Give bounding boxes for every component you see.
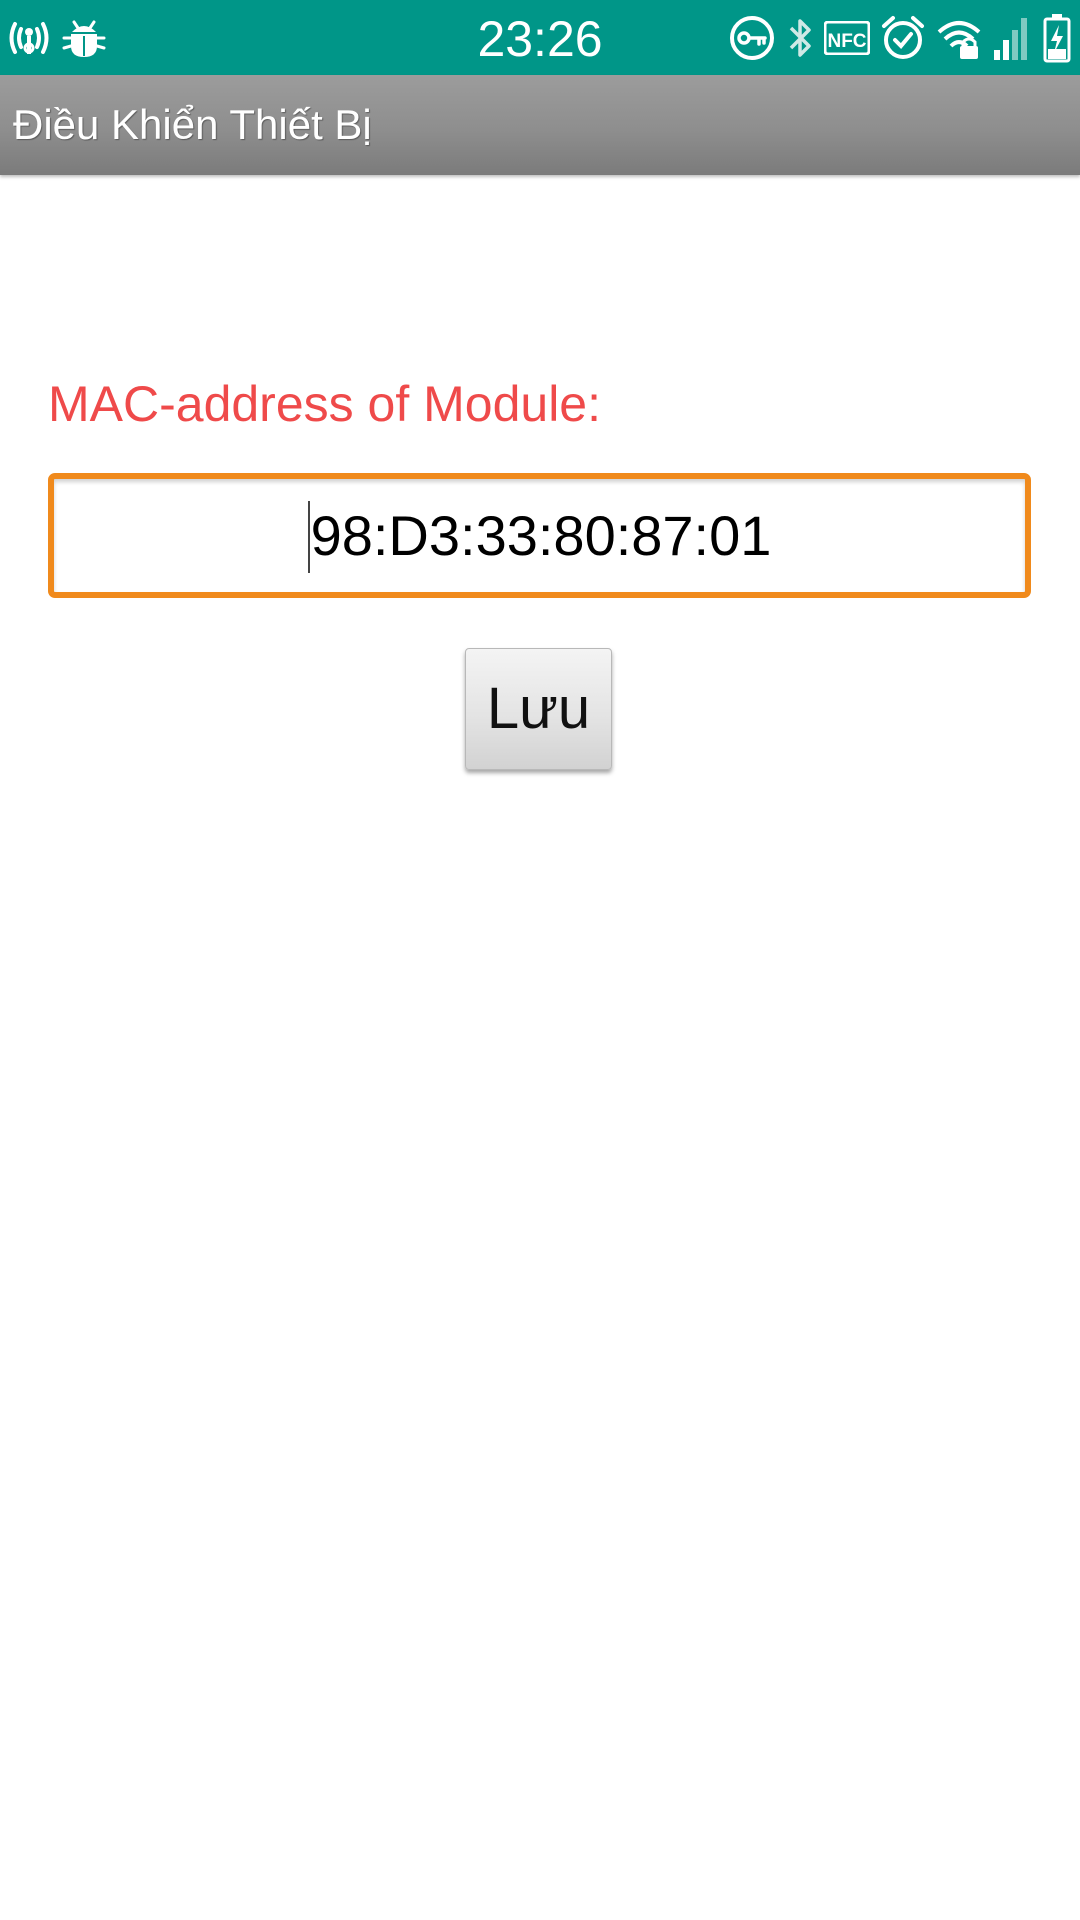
save-button[interactable]: Lưu xyxy=(465,648,612,770)
nfc-icon-text: NFC xyxy=(827,31,866,52)
wifi-icon xyxy=(936,16,982,60)
signal-icon xyxy=(992,14,1032,62)
battery-charging-icon xyxy=(1042,13,1072,63)
app-title: Điều Khiển Thiết Bị xyxy=(13,101,372,148)
alarm-icon xyxy=(880,14,926,62)
app-bar: Điều Khiển Thiết Bị xyxy=(0,75,1080,175)
bluetooth-icon xyxy=(786,14,814,62)
status-bar: 23:26 NFC xyxy=(0,0,1080,75)
vpn-key-icon xyxy=(728,14,776,62)
mac-address-label: MAC-address of Module: xyxy=(48,376,602,432)
status-right-icons: NFC xyxy=(728,10,1072,66)
nfc-icon: NFC xyxy=(824,21,870,55)
text-cursor xyxy=(307,501,310,574)
mac-address-input[interactable]: 98:D3:33:80:87:01 xyxy=(48,473,1031,598)
mac-address-value: 98:D3:33:80:87:01 xyxy=(310,504,772,567)
